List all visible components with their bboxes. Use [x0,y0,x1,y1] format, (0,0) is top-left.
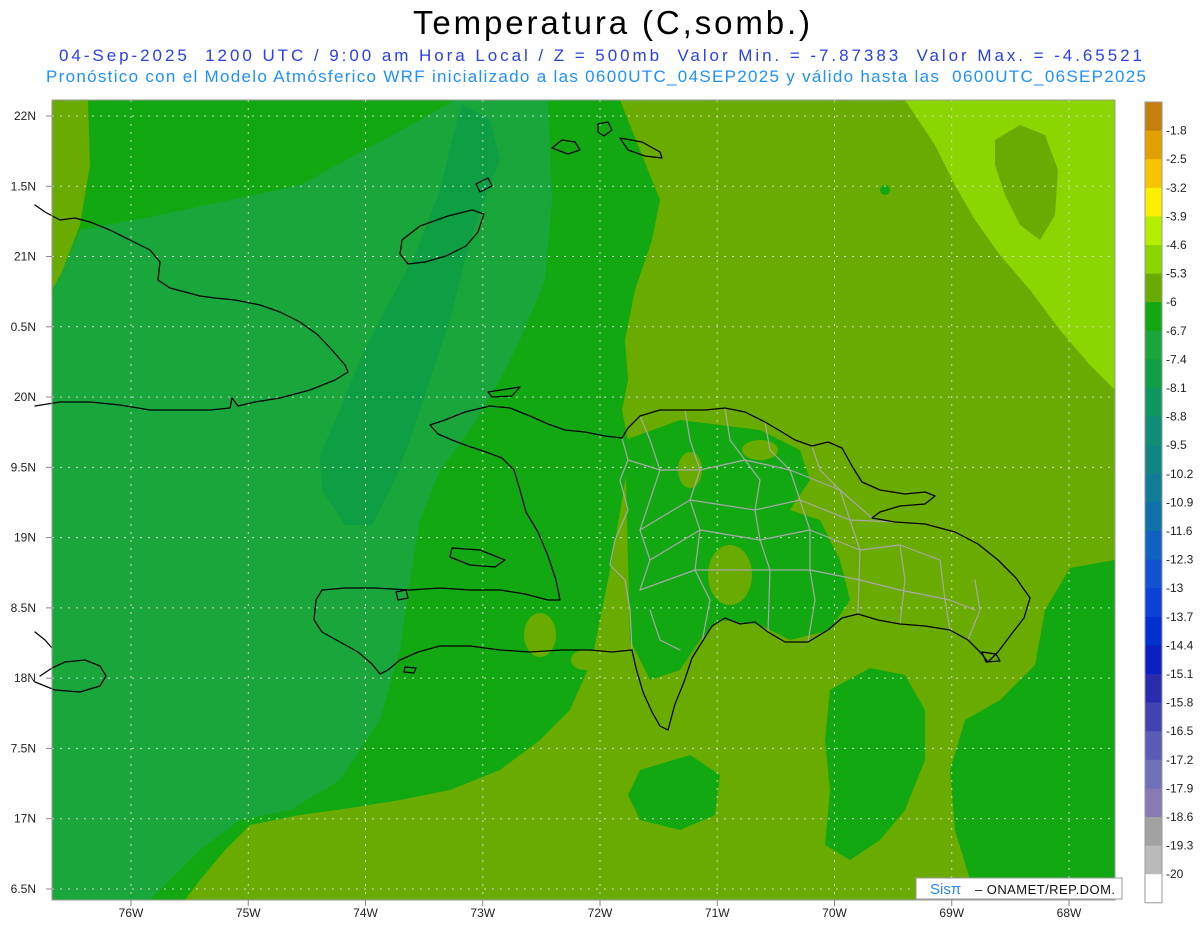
legend-swatch [1145,531,1162,560]
legend-label: -5.3 [1166,267,1187,281]
longitude-axis: 76W 75W 74W 73W 72W 71W 70W 69W 68W [119,900,1082,920]
lon-tick-label: 68W [1057,906,1082,920]
legend-swatch [1145,759,1162,789]
lat-tick-label: 22N [14,109,36,123]
legend-label: -7.4 [1166,352,1187,366]
legend-label: -11.6 [1166,524,1193,538]
legend-swatch [1145,845,1162,875]
legend-swatch [1145,130,1162,160]
legend-label: -13 [1166,581,1184,595]
legend-swatch [1145,674,1162,703]
chart-title: Temperatura (C,somb.) [413,4,810,41]
weather-map-figure: Temperatura (C,somb.) 04-Sep-2025 1200 U… [11,4,1194,920]
legend-label: -15.1 [1166,667,1194,681]
legend-label: -15.8 [1166,696,1194,710]
legend-swatch [1145,731,1162,761]
legend-swatch [1145,216,1162,246]
legend-swatch [1145,159,1162,189]
legend-swatch [1145,473,1162,503]
legend-label: -4.6 [1166,238,1187,252]
legend-label: -8.8 [1166,410,1187,424]
legend-swatch [1145,874,1162,904]
colorbar-legend: -1.8 -2.5 -3.2 -3.9 -4.6 -5.3 -6 -6.7 -7.4 -8.1 -8… [1144,101,1194,904]
legend-swatch [1145,817,1162,846]
field-olive-patch [742,440,778,460]
legend-label: -6 [1166,295,1177,309]
legend-swatch [1145,559,1162,589]
lat-tick-label: 19N [14,531,36,545]
legend-label: -6.7 [1166,324,1187,338]
header: Temperatura (C,somb.) 04-Sep-2025 1200 U… [46,4,1146,86]
lat-tick-label: 6.5N [11,882,36,896]
legend-swatch [1145,388,1162,417]
legend-swatch [1145,330,1162,360]
legend-label: -2.5 [1166,152,1187,166]
sispi-logo: Sisπ [930,881,961,898]
legend-swatch [1145,702,1162,732]
legend-swatch [1145,187,1162,217]
lon-tick-label: 74W [353,906,378,920]
legend-swatch [1145,502,1162,532]
credit-logo: Sisπ – ONAMET/REP.DOM. [915,877,1123,900]
legend-swatch [1145,416,1162,446]
lat-tick-label: 7.5N [11,741,36,755]
lon-tick-label: 69W [939,906,964,920]
legend-label: -3.2 [1166,181,1187,195]
latitude-axis: 22N 1.5N 21N 0.5N 20N 9.5N 19N 8.5N 18N 7.5N 17N 6.… [11,109,52,896]
legend-label: -20 [1166,867,1184,881]
coastline-jamaica [34,631,53,649]
header-line-validity: 04-Sep-2025 1200 UTC / 9:00 am Hora Loca… [59,46,1142,65]
shaded-field [52,100,1115,900]
legend-swatch [1145,245,1162,274]
legend-label: -13.7 [1166,610,1194,624]
field-olive-patch [571,650,599,670]
legend-swatch [1145,645,1162,675]
credit-text: – ONAMET/REP.DOM. [975,882,1115,897]
lat-tick-label: 18N [14,671,36,685]
legend-swatch [1145,588,1162,618]
lon-tick-label: 72W [588,906,613,920]
legend-swatch [1145,273,1162,303]
legend-label: -16.5 [1166,724,1194,738]
lon-tick-label: 71W [705,906,730,920]
lat-tick-label: 21N [14,250,36,264]
lat-tick-label: 0.5N [11,320,36,334]
legend-label: -1.8 [1166,124,1187,138]
lon-tick-label: 73W [470,906,495,920]
legend-swatch [1145,359,1162,389]
legend-swatch [1145,102,1162,131]
lon-tick-label: 70W [822,906,847,920]
legend-label: -10.2 [1166,467,1194,481]
lat-tick-label: 17N [14,812,36,826]
map-area [52,100,1115,900]
lat-tick-label: 1.5N [11,179,36,193]
legend-label: -12.3 [1166,553,1194,567]
legend-swatch [1145,616,1162,646]
lat-tick-label: 8.5N [11,601,36,615]
field-olive-patch [708,545,752,605]
legend-label: -8.1 [1166,381,1187,395]
legend-label: -17.2 [1166,753,1194,767]
legend-label: -9.5 [1166,438,1187,452]
header-line-model: Pronóstico con el Modelo Atmósferico WRF… [46,67,1146,86]
lon-tick-label: 75W [236,906,261,920]
legend-label: -18.6 [1166,810,1194,824]
legend-label: -19.3 [1166,839,1194,853]
lat-tick-label: 20N [14,390,36,404]
legend-label: -3.9 [1166,209,1187,223]
legend-swatch [1145,788,1162,818]
legend-label: -14.4 [1166,638,1194,652]
lon-tick-label: 76W [119,906,144,920]
legend-swatch [1145,445,1162,475]
legend-swatch [1145,302,1162,332]
legend-label: -10.9 [1166,495,1194,509]
legend-label: -17.9 [1166,781,1194,795]
lat-tick-label: 9.5N [11,460,36,474]
